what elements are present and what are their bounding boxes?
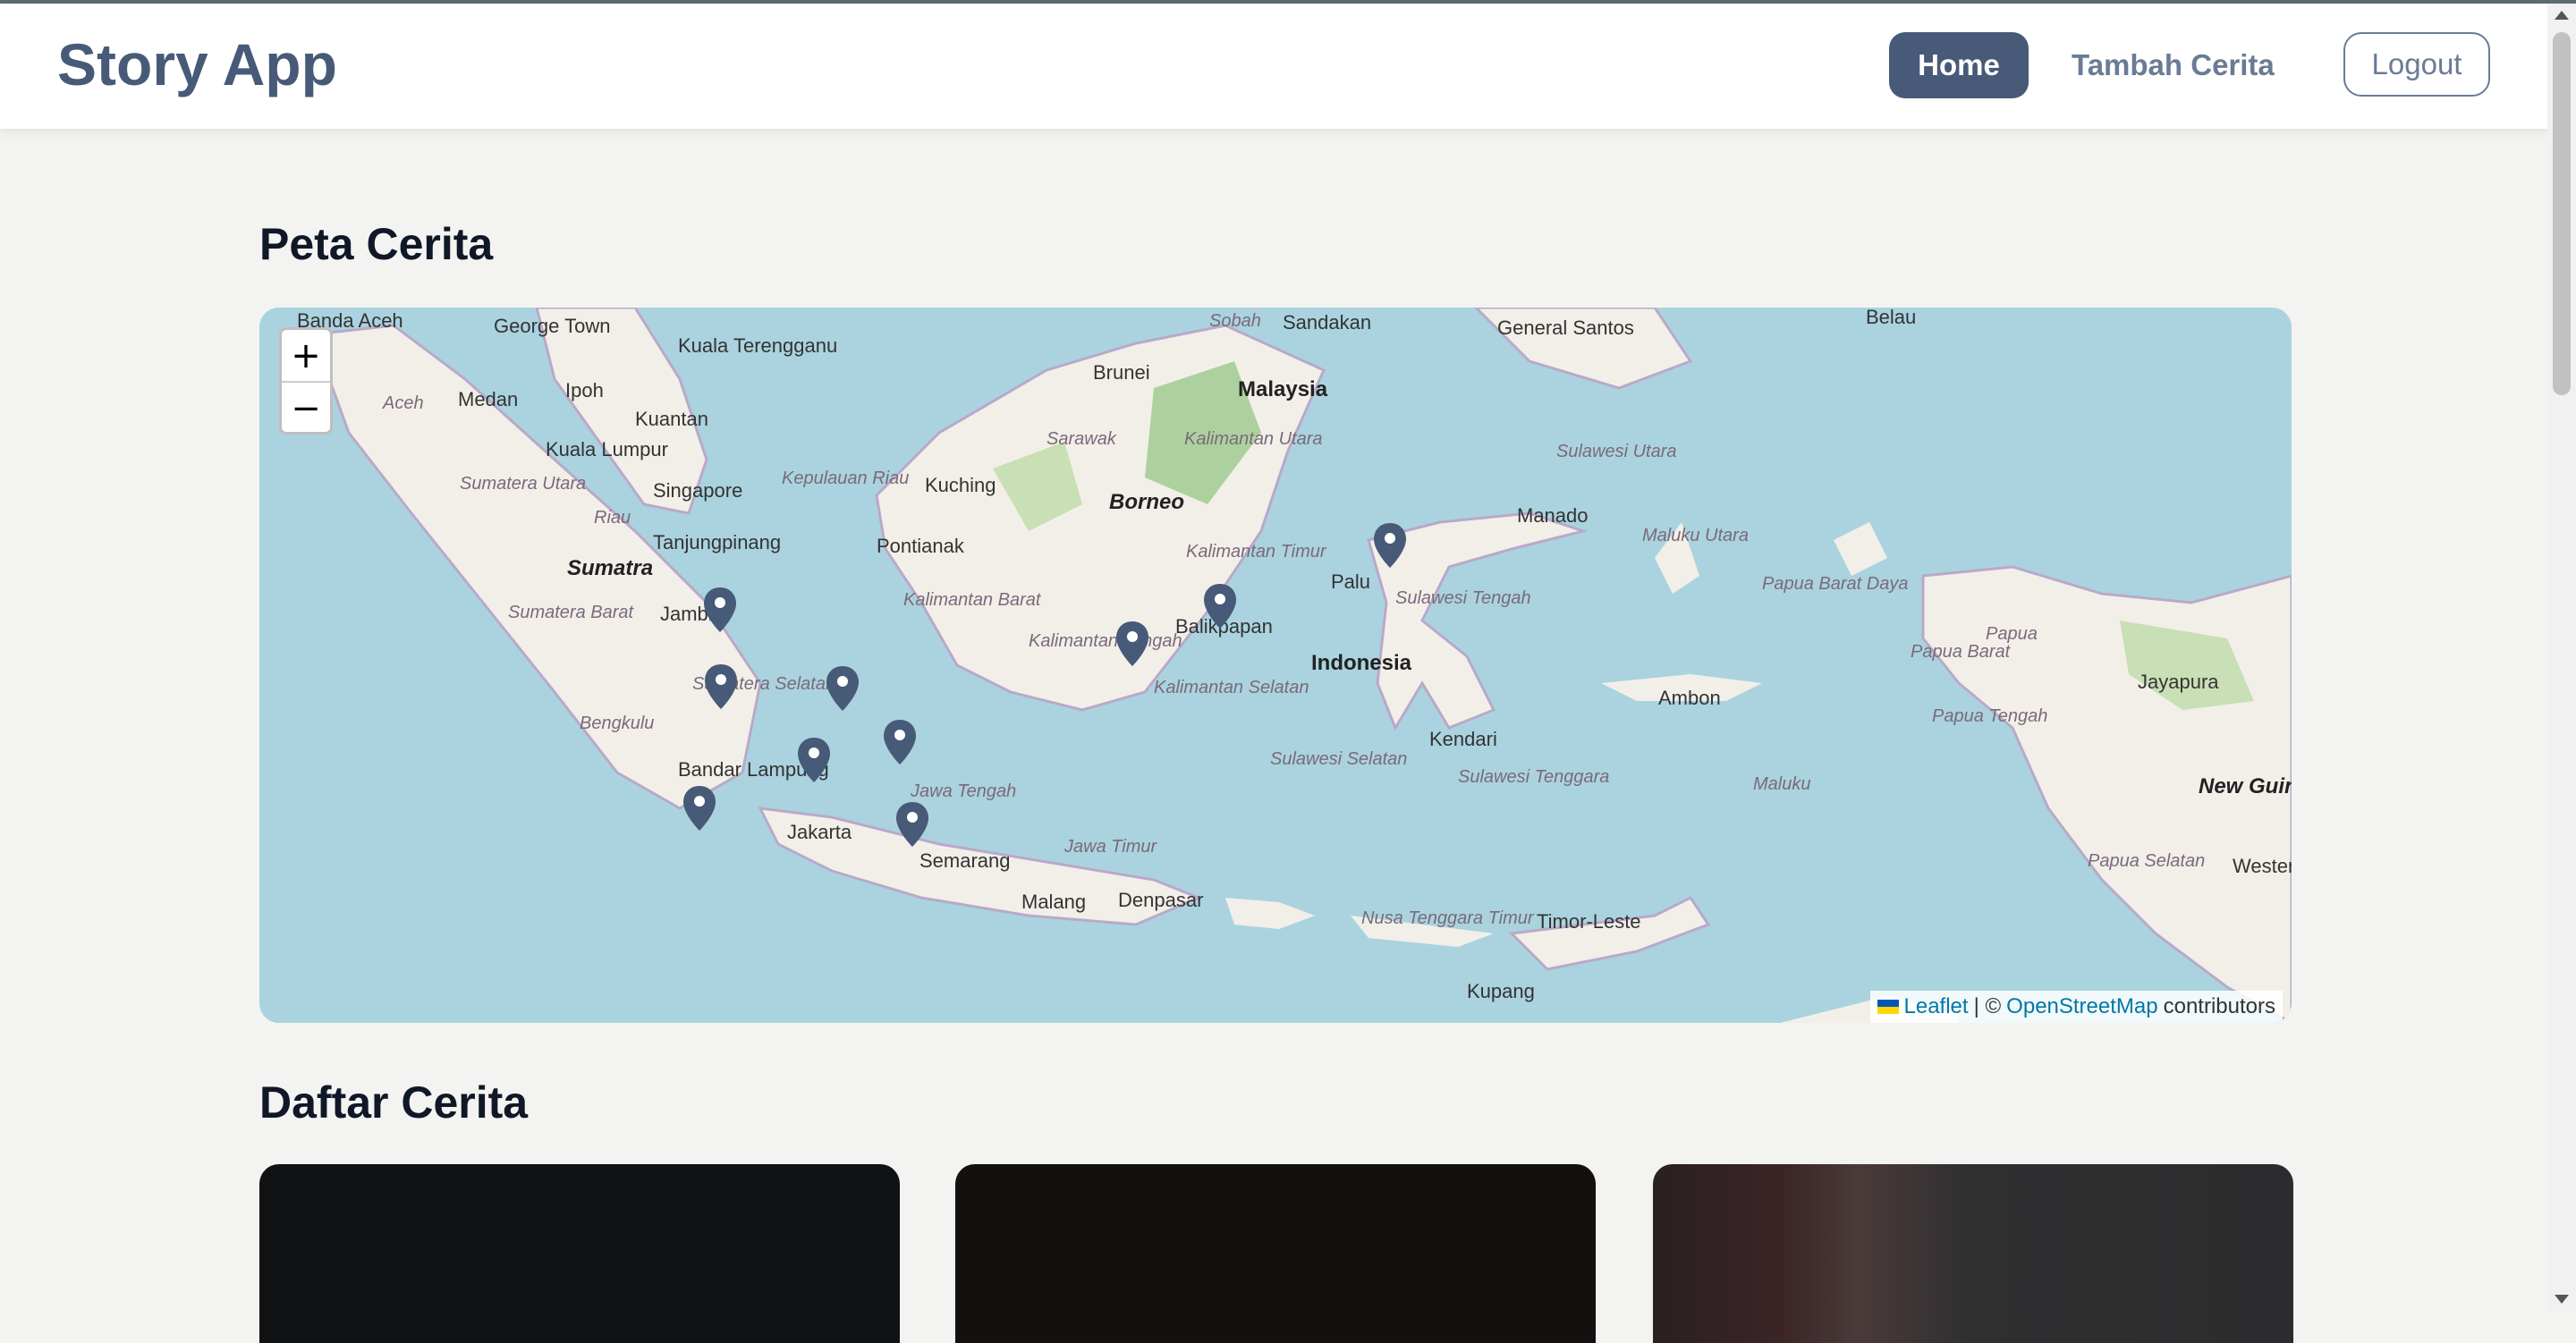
map-label: Brunei	[1093, 361, 1150, 384]
logout-button[interactable]: Logout	[2343, 32, 2490, 97]
map-marker-icon[interactable]	[703, 663, 739, 710]
zoom-out-button[interactable]: −	[282, 383, 330, 434]
map-label: Maluku Utara	[1642, 526, 1749, 545]
map-label: Jayapura	[2138, 671, 2219, 693]
map-label: Nusa Tenggara Timur	[1361, 908, 1534, 928]
map-label: Ambon	[1658, 687, 1721, 709]
map-label: Sulawesi Utara	[1556, 442, 1677, 461]
map-label: Timor-Leste	[1537, 910, 1641, 933]
map-label: Pontianak	[877, 535, 964, 557]
map-label: Western	[2233, 855, 2292, 877]
map-label: General Santos	[1497, 317, 1634, 339]
map-label: Kalimantan Barat	[903, 590, 1041, 610]
map-label: Riau	[594, 508, 631, 528]
map-label: New Guinea	[2199, 774, 2292, 798]
map-label: Kalimantan Utara	[1184, 429, 1323, 449]
map-marker-icon[interactable]	[1202, 583, 1238, 629]
attribution-contributors: contributors	[2163, 994, 2275, 1018]
page-scrollbar[interactable]	[2547, 4, 2576, 1311]
map-marker-icon[interactable]	[1114, 621, 1150, 667]
map-label: Kuantan	[635, 408, 708, 430]
story-card[interactable]	[259, 1164, 900, 1343]
osm-link[interactable]: OpenStreetMap	[2006, 994, 2157, 1019]
map-marker-icon[interactable]	[882, 719, 918, 765]
app-header: Story App Home Tambah Cerita Logout	[0, 4, 2547, 129]
map-marker-icon[interactable]	[825, 665, 860, 712]
map-label: Jawa Timur	[1064, 837, 1157, 857]
map-label: Medan	[458, 388, 519, 410]
scroll-down-arrow-icon[interactable]	[2555, 1295, 2569, 1304]
map-marker-icon[interactable]	[1372, 522, 1408, 569]
map-label: Aceh	[383, 393, 424, 413]
story-card[interactable]	[955, 1164, 1596, 1343]
map-label: Tanjungpinang	[653, 531, 782, 553]
map-label: Sulawesi Selatan	[1270, 749, 1408, 769]
map-label: Jakarta	[787, 821, 852, 843]
map-label: Kuching	[925, 474, 996, 496]
map-label: Malang	[1021, 891, 1087, 913]
map-label: Papua Tengah	[1932, 706, 2048, 726]
app-title[interactable]: Story App	[57, 30, 337, 98]
map-label: Sulawesi Tengah	[1395, 588, 1531, 608]
list-section-title: Daftar Cerita	[259, 1077, 529, 1128]
map-label: Indonesia	[1311, 651, 1412, 675]
map-label: Denpasar	[1118, 889, 1204, 911]
leaflet-link[interactable]: Leaflet	[1904, 994, 1969, 1019]
map-tiles	[259, 308, 2292, 1023]
story-card[interactable]	[1653, 1164, 2293, 1343]
map-label: Papua Selatan	[2088, 851, 2206, 871]
map-label: Sulawesi Tenggara	[1458, 767, 1610, 787]
map-label: Malaysia	[1238, 377, 1328, 401]
map-label: Sumatera Utara	[460, 474, 587, 494]
attribution-separator: | ©	[1973, 994, 2002, 1018]
map-section-title: Peta Cerita	[259, 219, 494, 269]
map-label: Bengkulu	[580, 714, 655, 733]
map-label: Maluku	[1753, 774, 1811, 794]
map-label: Sumatera Barat	[508, 603, 634, 622]
story-map[interactable]: Banda Aceh George Town Kuala Terengganu …	[259, 308, 2292, 1023]
nav-home-button[interactable]: Home	[1889, 32, 2029, 98]
map-label: Ipoh	[565, 379, 604, 401]
map-marker-icon[interactable]	[682, 785, 717, 832]
map-zoom-control: + −	[279, 327, 333, 435]
map-label: Kupang	[1467, 980, 1535, 1002]
map-marker-icon[interactable]	[894, 801, 930, 848]
map-label: Manado	[1517, 504, 1589, 527]
scroll-up-arrow-icon[interactable]	[2555, 11, 2569, 20]
map-label: Kalimantan Tengah	[1029, 631, 1182, 651]
map-label: Kepulauan Riau	[782, 469, 910, 488]
map-label: Papua Barat	[1911, 642, 2011, 662]
map-label: Sobah	[1209, 311, 1261, 331]
map-marker-icon[interactable]	[702, 587, 738, 633]
map-label: Kuala Lumpur	[546, 438, 668, 460]
map-label: Sandakan	[1283, 311, 1372, 334]
map-label: Singapore	[653, 479, 743, 502]
map-label: Semarang	[919, 849, 1011, 872]
map-label: Kuala Terengganu	[678, 334, 838, 357]
map-label: Sarawak	[1046, 429, 1116, 449]
map-label: Palu	[1331, 570, 1371, 593]
map-label: Sumatra	[567, 556, 654, 580]
scroll-thumb[interactable]	[2553, 32, 2571, 395]
map-marker-icon[interactable]	[796, 737, 832, 783]
map-label: Belau	[1866, 308, 1917, 328]
map-label: Kalimantan Timur	[1186, 542, 1326, 562]
map-label: Jawa Tengah	[911, 781, 1017, 801]
map-label: George Town	[494, 315, 611, 337]
zoom-in-button[interactable]: +	[282, 330, 330, 383]
map-attribution: Leaflet | © OpenStreetMap contributors	[1869, 991, 2283, 1023]
map-label: Borneo	[1109, 490, 1184, 514]
map-label: Kendari	[1429, 728, 1497, 750]
map-label: Kalimantan Selatan	[1154, 678, 1309, 697]
ukraine-flag-icon	[1877, 1000, 1899, 1014]
nav-add-story-link[interactable]: Tambah Cerita	[2072, 32, 2275, 98]
map-label: Papua Barat Daya	[1762, 574, 1909, 594]
